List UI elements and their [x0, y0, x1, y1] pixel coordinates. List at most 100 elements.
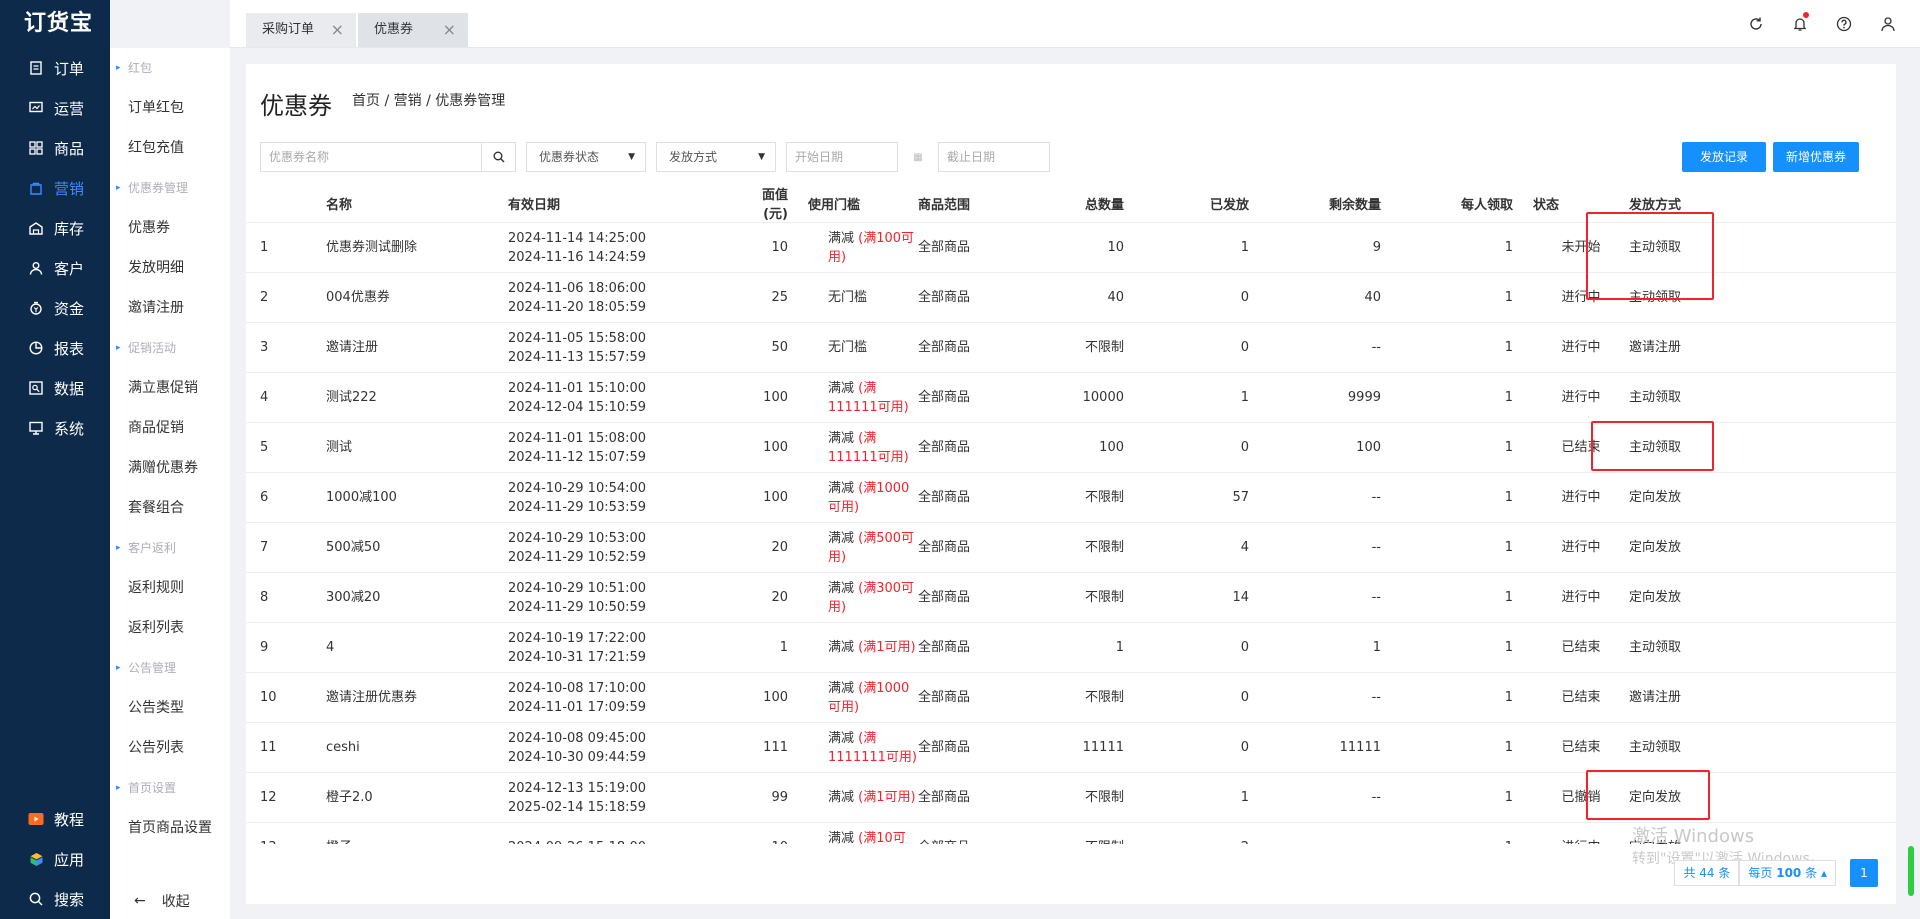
nav-item-tutorial[interactable]: 教程 [0, 799, 110, 839]
total-quantity-cell: 1 [1050, 622, 1144, 673]
coupon-name-input[interactable]: 优惠券名称 [260, 142, 482, 172]
issued-quantity-cell: 0 [1144, 622, 1269, 673]
column-header[interactable]: 每人领取 [1401, 184, 1533, 223]
nav-item-goods[interactable]: 商品 [0, 128, 110, 168]
submenu-item[interactable]: 返利列表 [110, 608, 230, 648]
coupon-status-select[interactable]: 优惠券状态 ▼ [526, 142, 646, 172]
remaining-quantity-cell: -- [1269, 572, 1401, 623]
submenu-item[interactable]: 返利规则 [110, 568, 230, 608]
issue-method-select[interactable]: 发放方式 ▼ [656, 142, 776, 172]
status-text-cell: 已结束 [1533, 672, 1629, 723]
per-person-limit-cell: 1 [1401, 372, 1533, 423]
per-person-limit-cell: 1 [1401, 772, 1533, 823]
row-index-cell: 3 [246, 322, 326, 373]
table-row[interactable]: 9 4 2024-10-19 17:22:00 2024-10-31 17:21:59… [246, 622, 1896, 673]
issue-method-cell: 邀请注册 [1629, 672, 1896, 723]
issued-quantity-cell: 0 [1144, 722, 1269, 773]
column-header-index [246, 184, 326, 223]
submenu-item[interactable]: 订单红包 [110, 88, 230, 128]
end-date-input[interactable]: 截止日期 [938, 142, 1050, 172]
row-index: 1 [260, 240, 269, 255]
threshold-type: 满减 [828, 580, 855, 596]
nav-item-operation[interactable]: 运营 [0, 88, 110, 128]
tab-purchase-order[interactable]: 采购订单 × [246, 13, 356, 47]
remaining-quantity: -- [1371, 540, 1381, 555]
nav-item-marketing[interactable]: 营销 [0, 168, 110, 208]
table-row[interactable]: 6 1000减100 2024-10-29 10:54:00 2024-11-29 1… [246, 472, 1896, 523]
submenu-item[interactable]: 红包充值 [110, 128, 230, 168]
help-icon[interactable] [1834, 14, 1854, 34]
page-size-select[interactable]: 每页 100 条 ▴ [1739, 860, 1836, 886]
nav-item-money[interactable]: 资金 [0, 288, 110, 328]
submenu-item[interactable]: 满赠优惠券 [110, 448, 230, 488]
remaining-quantity: -- [1371, 490, 1381, 505]
total-quantity: 10 [1107, 240, 1124, 255]
table-row[interactable]: 11 ceshi 2024-10-08 09:45:00 2024-10-30 09:… [246, 722, 1896, 773]
table-row[interactable]: 10 邀请注册优惠券 2024-10-08 17:10:00 2024-11-01 1… [246, 672, 1896, 723]
coupon-name: 橙子2.0 [326, 790, 373, 805]
submenu-item[interactable]: 套餐组合 [110, 488, 230, 528]
goods-scope-cell: 全部商品 [918, 822, 1050, 844]
total-quantity: 40 [1107, 290, 1124, 305]
nav-item-system[interactable]: 系统 [0, 408, 110, 448]
issued-quantity-cell: 0 [1144, 272, 1269, 323]
table-row[interactable]: 8 300减20 2024-10-29 10:51:00 2024-11-29 10:… [246, 572, 1896, 623]
submenu-item[interactable]: 邀请注册 [110, 288, 230, 328]
nav-item-order[interactable]: 订单 [0, 48, 110, 88]
close-icon[interactable]: × [331, 13, 344, 47]
issued-quantity-cell: 14 [1144, 572, 1269, 623]
table-row[interactable]: 4 测试222 2024-11-01 15:10:00 2024-12-04 15:1… [246, 372, 1896, 423]
issue-records-button[interactable]: 发放记录 [1682, 142, 1766, 172]
tab-coupon[interactable]: 优惠券 × [358, 13, 468, 47]
face-value-cell: 10 [740, 822, 808, 844]
issue-method-cell: 主动领取 [1629, 622, 1896, 673]
nav-item-search[interactable]: 搜索 [0, 879, 110, 919]
per-person-limit: 1 [1504, 440, 1513, 455]
submenu-item[interactable]: 商品促销 [110, 408, 230, 448]
user-icon[interactable] [1878, 14, 1898, 34]
search-button[interactable] [482, 142, 516, 172]
column-header[interactable]: 总数量 [1050, 184, 1144, 223]
nav-item-customer[interactable]: 客户 [0, 248, 110, 288]
column-header[interactable]: 已发放 [1144, 184, 1269, 223]
nav-item-report[interactable]: 报表 [0, 328, 110, 368]
remaining-quantity-cell: -- [1269, 472, 1401, 523]
column-header[interactable]: 使用门槛 [808, 184, 918, 223]
goods-scope: 全部商品 [918, 490, 971, 505]
submenu-item[interactable]: 公告列表 [110, 728, 230, 768]
status-text: 进行中 [1561, 490, 1601, 505]
row-index: 11 [260, 740, 277, 755]
submenu-item[interactable]: 公告类型 [110, 688, 230, 728]
table-row[interactable]: 3 邀请注册 2024-11-05 15:58:00 2024-11-13 15:57… [246, 322, 1896, 373]
remaining-quantity-cell: -- [1269, 322, 1401, 373]
bell-icon[interactable] [1790, 12, 1810, 34]
close-icon[interactable]: × [443, 13, 456, 47]
page-button[interactable]: 1 [1850, 859, 1878, 887]
marketing-icon [28, 180, 44, 196]
column-header[interactable]: 名称 [326, 184, 508, 223]
goods-scope-cell: 全部商品 [918, 672, 1050, 723]
column-header[interactable]: 商品范围 [918, 184, 1050, 223]
column-header[interactable]: 面值(元) [740, 184, 808, 223]
submenu-item[interactable]: 首页商品设置 [110, 808, 230, 848]
add-coupon-button[interactable]: 新增优惠券 [1773, 142, 1859, 172]
coupon-name: ceshi [326, 740, 360, 755]
goods-scope: 全部商品 [918, 340, 971, 355]
start-date-input[interactable]: 开始日期 [786, 142, 898, 172]
collapse-button[interactable]: ← 收起 [134, 891, 190, 911]
scrollbar[interactable] [1908, 846, 1914, 896]
table-row[interactable]: 7 500减50 2024-10-29 10:53:00 2024-11-29 10:… [246, 522, 1896, 573]
nav-item-warehouse[interactable]: 库存 [0, 208, 110, 248]
column-header[interactable]: 有效日期 [508, 184, 740, 223]
submenu-item[interactable]: 优惠券 [110, 208, 230, 248]
nav-item-data[interactable]: 数据 [0, 368, 110, 408]
issue-method: 定向发放 [1629, 590, 1682, 605]
submenu-item[interactable]: 满立惠促销 [110, 368, 230, 408]
column-header[interactable]: 剩余数量 [1269, 184, 1401, 223]
coupon-name: 橙子 [326, 840, 352, 844]
refresh-icon[interactable] [1746, 14, 1766, 34]
nav-item-apps[interactable]: 应用 [0, 839, 110, 879]
total-quantity: 10000 [1082, 390, 1124, 405]
issued-quantity: 0 [1240, 440, 1249, 455]
submenu-item[interactable]: 发放明细 [110, 248, 230, 288]
